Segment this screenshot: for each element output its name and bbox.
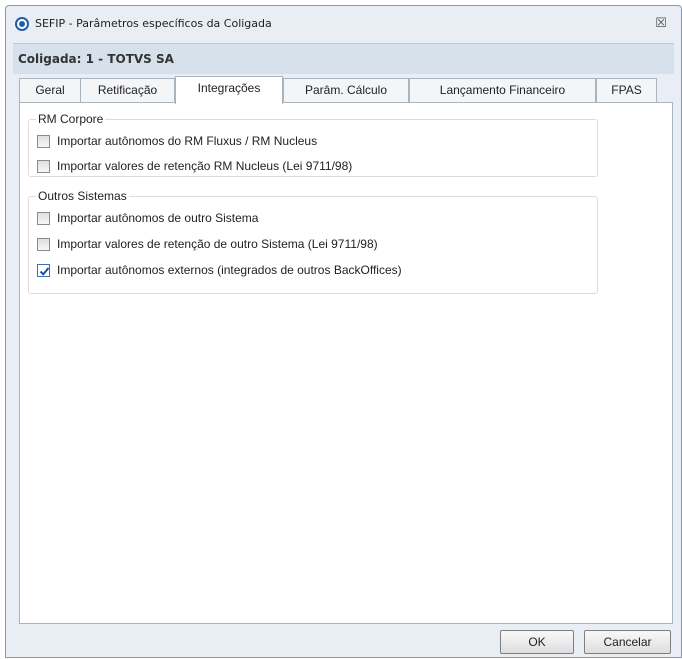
ok-button[interactable]: OK: [500, 630, 574, 654]
group-rm-corpore: RM Corpore Importar autônomos do RM Flux…: [28, 112, 598, 177]
dialog-window: SEFIP - Parâmetros específicos da Coliga…: [5, 5, 682, 658]
tab-integracoes[interactable]: Integrações: [175, 76, 283, 104]
tab-param-calculo[interactable]: Parâm. Cálculo: [283, 78, 409, 102]
tab-lancamento-financeiro[interactable]: Lançamento Financeiro: [409, 78, 596, 102]
checkbox-box[interactable]: [37, 160, 50, 173]
checkbox-label: Importar valores de retenção de outro Si…: [57, 237, 378, 251]
cancel-button[interactable]: Cancelar: [584, 630, 671, 654]
company-header: Coligada: 1 - TOTVS SA: [13, 43, 674, 74]
checkbox-box[interactable]: [37, 212, 50, 225]
close-icon[interactable]: ☒: [651, 15, 671, 33]
tab-fpas[interactable]: FPAS: [596, 78, 657, 102]
checkbox-box-checked[interactable]: [37, 264, 50, 277]
checkmark-icon: [39, 267, 50, 276]
company-label: Coligada: 1 - TOTVS SA: [18, 52, 174, 66]
checkbox-box[interactable]: [37, 238, 50, 251]
checkbox-label: Importar autônomos do RM Fluxus / RM Nuc…: [57, 134, 318, 148]
tab-geral[interactable]: Geral: [19, 78, 81, 102]
app-icon: [15, 17, 29, 31]
checkbox-box[interactable]: [37, 135, 50, 148]
group-outros-sistemas: Outros Sistemas Importar autônomos de ou…: [28, 189, 598, 294]
tab-retificacao[interactable]: Retificação: [80, 78, 175, 102]
previous-window-edge: [0, 0, 682, 4]
window-title: SEFIP - Parâmetros específicos da Coliga…: [35, 17, 272, 30]
group-title-rm-corpore: RM Corpore: [36, 112, 106, 126]
tab-panel-integracoes: RM Corpore Importar autônomos do RM Flux…: [19, 102, 673, 624]
checkbox-label: Importar valores de retenção RM Nucleus …: [57, 159, 353, 173]
title-bar[interactable]: SEFIP - Parâmetros específicos da Coliga…: [6, 6, 681, 43]
dialog-footer: OK Cancelar: [13, 624, 674, 659]
checkbox-label: Importar autônomos externos (integrados …: [57, 263, 402, 277]
checkbox-label: Importar autônomos de outro Sistema: [57, 211, 259, 225]
group-title-outros-sistemas: Outros Sistemas: [36, 189, 129, 203]
